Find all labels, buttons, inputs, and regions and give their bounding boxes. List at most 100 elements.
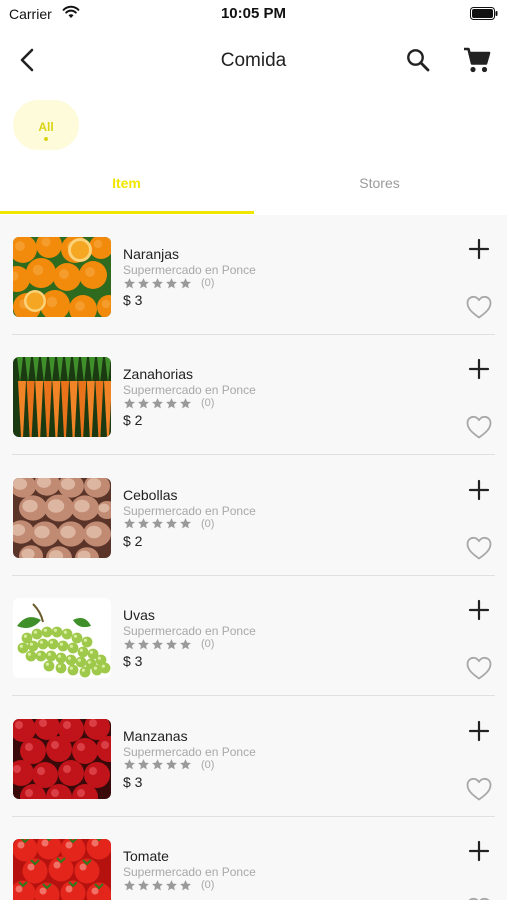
star-icon <box>180 397 191 409</box>
star-icon <box>138 277 149 288</box>
star-icon <box>138 759 149 770</box>
star-icon <box>166 397 177 409</box>
product-store: Supermercado en Ponce <box>123 503 256 518</box>
product-row[interactable]: Zanahorias Supermercado en Ponce (0) $ 2 <box>0 335 507 456</box>
product-row[interactable]: Manzanas Supermercado en Ponce (0) $ 3 <box>0 697 507 817</box>
product-store: Supermercado en Ponce <box>123 865 256 879</box>
add-icon[interactable] <box>468 479 490 501</box>
battery-icon <box>470 7 498 20</box>
onions-image <box>13 477 111 558</box>
product-store: Supermercado en Ponce <box>123 624 256 639</box>
rating-stars: (0) <box>123 878 214 892</box>
heart-icon[interactable] <box>465 896 493 900</box>
product-list[interactable]: Naranjas Supermercado en Ponce (0) $ 3 Z… <box>0 215 507 900</box>
star-icon <box>166 879 177 890</box>
rating-stars: (0) <box>123 637 214 651</box>
heart-icon[interactable] <box>465 655 493 681</box>
review-count: (0) <box>201 758 215 771</box>
star-icon <box>138 397 149 409</box>
product-row[interactable]: Naranjas Supermercado en Ponce (0) $ 3 <box>0 215 507 335</box>
star-icon <box>166 277 177 288</box>
product-price: $ 3 <box>123 653 143 670</box>
product-image <box>13 477 111 558</box>
add-icon[interactable] <box>468 720 490 742</box>
tab-item[interactable]: Item <box>0 164 254 214</box>
back-icon[interactable] <box>14 46 42 74</box>
tab-stores[interactable]: Stores <box>253 164 506 214</box>
add-icon[interactable] <box>468 840 490 862</box>
product-store: Supermercado en Ponce <box>123 383 256 398</box>
tab-item-label: Item <box>112 175 141 191</box>
star-icon <box>180 879 191 890</box>
product-image <box>13 598 111 679</box>
star-icon <box>152 879 163 890</box>
product-store: Supermercado en Ponce <box>123 744 256 759</box>
product-name: Naranjas <box>123 246 180 262</box>
category-filter-row: All <box>0 96 507 152</box>
star-icon <box>152 638 163 650</box>
review-count: (0) <box>201 277 215 289</box>
rating-stars: (0) <box>123 517 214 531</box>
star-icon <box>152 277 163 288</box>
star-icon <box>180 277 191 288</box>
product-image <box>13 357 111 438</box>
add-icon[interactable] <box>468 358 490 380</box>
star-icon <box>152 518 163 529</box>
star-icon <box>124 277 135 288</box>
star-icon <box>180 759 191 770</box>
rating-stars: (0) <box>123 396 214 410</box>
star-icon <box>138 638 149 650</box>
tab-bar: Item Stores <box>0 164 507 214</box>
heart-icon[interactable] <box>465 414 493 440</box>
nav-bar: Comida <box>0 38 507 82</box>
filter-chip-all[interactable]: All <box>13 100 79 150</box>
shopping-cart-icon[interactable] <box>462 45 492 75</box>
tab-stores-label: Stores <box>359 175 400 191</box>
tab-selected-underline <box>0 211 254 214</box>
add-icon[interactable] <box>468 599 490 621</box>
product-price: $ 2 <box>123 412 143 429</box>
star-icon <box>180 638 191 650</box>
add-icon[interactable] <box>468 238 490 260</box>
star-icon <box>124 518 135 529</box>
product-name: Tomate <box>123 848 169 864</box>
product-image <box>13 839 111 900</box>
product-price: $ 3 <box>123 292 143 308</box>
product-name: Manzanas <box>123 727 188 744</box>
apples-image <box>13 718 111 799</box>
star-icon <box>124 759 135 770</box>
product-store: Supermercado en Ponce <box>123 263 256 277</box>
product-name: Uvas <box>123 607 155 624</box>
product-row[interactable]: Tomate Supermercado en Ponce (0) <box>0 817 507 900</box>
product-row[interactable]: Uvas Supermercado en Ponce (0) $ 3 <box>0 576 507 697</box>
star-icon <box>180 518 191 529</box>
product-image <box>13 718 111 799</box>
review-count: (0) <box>201 879 215 891</box>
review-count: (0) <box>201 397 215 410</box>
star-icon <box>152 759 163 770</box>
star-icon <box>124 638 135 650</box>
product-name: Cebollas <box>123 486 178 503</box>
rating-stars: (0) <box>123 276 214 290</box>
star-icon <box>166 638 177 650</box>
product-row[interactable]: Cebollas Supermercado en Ponce (0) $ 2 <box>0 456 507 576</box>
heart-icon[interactable] <box>465 294 493 320</box>
heart-icon[interactable] <box>465 776 493 802</box>
star-icon <box>124 879 135 890</box>
oranges-image <box>13 237 111 317</box>
search-icon[interactable] <box>404 46 432 74</box>
rating-stars: (0) <box>123 758 214 772</box>
heart-icon[interactable] <box>465 535 493 561</box>
review-count: (0) <box>201 517 215 530</box>
clock: 10:05 PM <box>220 5 287 22</box>
tomatoes-image <box>13 839 111 900</box>
star-icon <box>152 397 163 409</box>
status-bar: Carrier 10:05 PM <box>0 0 507 30</box>
product-image <box>13 237 111 317</box>
carrots-image <box>13 357 111 438</box>
product-price: $ 3 <box>123 773 143 790</box>
star-icon <box>166 759 177 770</box>
selected-indicator-dot <box>44 137 48 141</box>
product-name: Zanahorias <box>123 366 194 383</box>
star-icon <box>124 397 135 409</box>
